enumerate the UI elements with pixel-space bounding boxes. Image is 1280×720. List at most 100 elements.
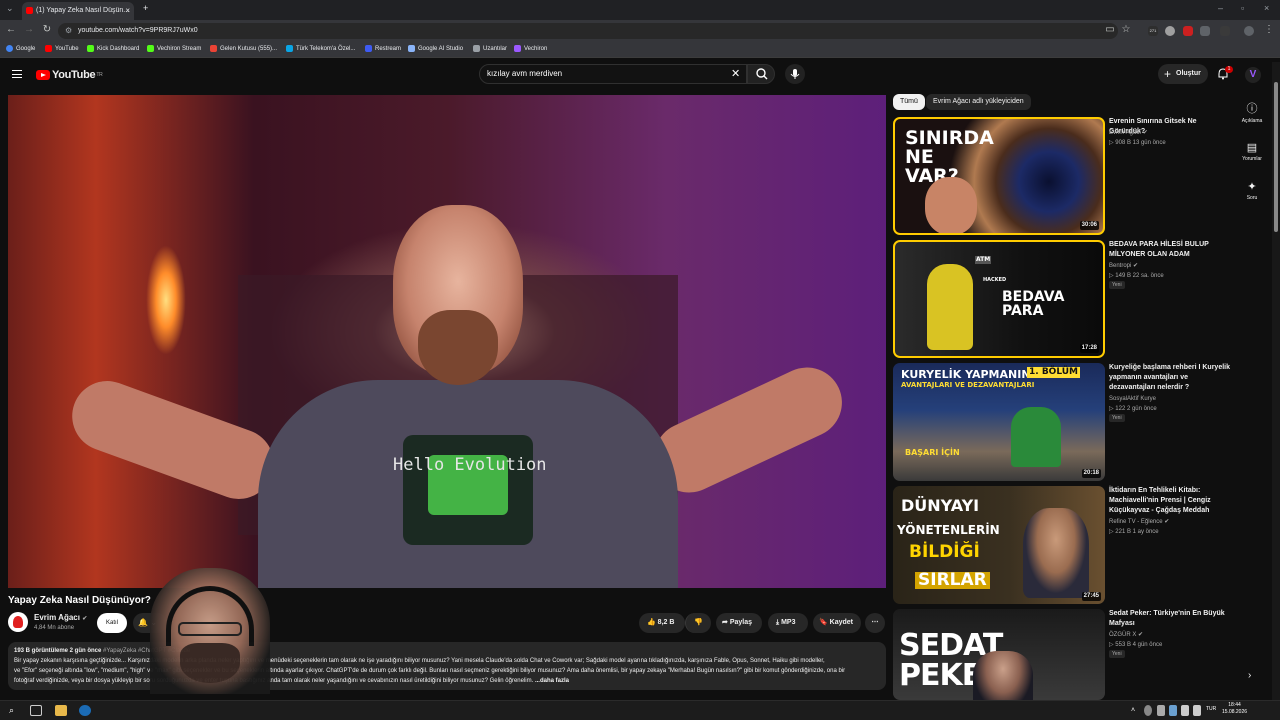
- description-line-1: Bir yapay zekanın karşısına geçtiğinizde…: [14, 658, 825, 664]
- thumbnail-2[interactable]: ATM HACKED BEDAVA PARA 17:28: [893, 240, 1105, 358]
- duration-badge: 17:28: [1079, 344, 1099, 353]
- search-taskbar-icon[interactable]: ⌕: [9, 705, 21, 716]
- rec-channel-4[interactable]: Refine TV - Eğlence ✔: [1109, 517, 1234, 527]
- rec-channel-2[interactable]: Bentropi ✔: [1109, 261, 1234, 271]
- recommended-video-2[interactable]: ATM HACKED BEDAVA PARA 17:28 BEDAVA PARA…: [893, 240, 1239, 358]
- tray-steam-icon[interactable]: [1169, 705, 1177, 716]
- minimize-icon[interactable]: –: [1218, 3, 1223, 13]
- save-button[interactable]: 🔖 Kaydet: [813, 613, 861, 633]
- bookmark-gmail[interactable]: Gelen Kutusu (555)...: [210, 45, 277, 52]
- browser-tab-active[interactable]: (1) Yapay Zeka Nasıl Düşün... ×: [22, 2, 134, 20]
- thumbnail-4[interactable]: DÜNYAYI YÖNETENLERİN BİLDİĞİ SIRLAR 27:4…: [893, 486, 1105, 604]
- back-icon[interactable]: ←: [4, 24, 18, 35]
- next-arrow-icon[interactable]: ›: [1248, 670, 1251, 681]
- system-clock[interactable]: 18:44 15.08.2026: [1222, 702, 1247, 716]
- thumbnail-3-courier: [1011, 407, 1061, 467]
- file-explorer-icon[interactable]: [55, 705, 67, 716]
- voice-search-button[interactable]: [785, 64, 805, 84]
- duration-badge: 27:45: [1081, 592, 1101, 601]
- extension-badge[interactable]: 271: [1148, 26, 1158, 36]
- download-icon: ⤓: [776, 619, 780, 626]
- mp3-button[interactable]: ⤓ MP3: [768, 613, 808, 633]
- tray-chevron-icon[interactable]: ˄: [1131, 705, 1143, 716]
- video-title: Yapay Zeka Nasıl Düşünüyor?: [8, 595, 151, 606]
- bookmark-restream[interactable]: Restream: [365, 45, 401, 52]
- maximize-icon[interactable]: ▫: [1241, 3, 1244, 13]
- dislike-button[interactable]: 👎: [685, 613, 711, 633]
- extension-red-icon[interactable]: [1183, 26, 1193, 36]
- bookmark-youtube[interactable]: YouTube: [45, 45, 79, 52]
- create-button[interactable]: Oluştur: [1158, 64, 1208, 84]
- window-close-icon[interactable]: ×: [1264, 3, 1269, 13]
- cast-icon[interactable]: ▭: [1103, 24, 1117, 35]
- thumbnail-3-episode: 1. BÖLÜM: [1027, 367, 1081, 378]
- steam-icon[interactable]: [79, 705, 91, 716]
- rail-description-button[interactable]: ⓘ Açıklama: [1240, 100, 1264, 124]
- thumbnail-1[interactable]: SINIRDA NE VAR? 30:06: [893, 117, 1105, 235]
- clear-search-icon[interactable]: ✕: [731, 67, 740, 80]
- rec-channel-1[interactable]: Evrim Ağacı ✔: [1109, 128, 1234, 138]
- scrollbar-thumb[interactable]: [1274, 82, 1278, 232]
- site-info-icon[interactable]: ⚙: [65, 23, 72, 39]
- recommended-video-1[interactable]: SINIRDA NE VAR? 30:06 Evrenin Sınırına G…: [893, 117, 1239, 235]
- show-more-link[interactable]: ...daha fazla: [535, 678, 569, 684]
- extensions-puzzle-icon[interactable]: [1200, 26, 1210, 36]
- chip-from-uploader[interactable]: Evrim Ağacı adlı yükleyiciden: [926, 94, 1031, 110]
- youtube-logo[interactable]: YouTube TR: [36, 69, 103, 81]
- input-language[interactable]: TUR: [1206, 706, 1216, 712]
- network-icon[interactable]: [1181, 705, 1189, 716]
- bookmark-star-icon[interactable]: ☆: [1119, 24, 1133, 35]
- sidebar-panel-icon[interactable]: [1220, 26, 1230, 36]
- search-button[interactable]: [747, 64, 775, 84]
- tray-mic-icon[interactable]: [1157, 705, 1165, 716]
- thumbnail-3[interactable]: KURYELİK YAPMANIN AVANTAJLARI VE DEZAVAN…: [893, 363, 1105, 481]
- bookmark-ai-studio[interactable]: Google AI Studio: [408, 45, 463, 52]
- bookmark-extensions[interactable]: Uzantılar: [473, 45, 507, 52]
- microphone-icon: [790, 69, 800, 79]
- chip-all[interactable]: Tümü: [893, 94, 925, 110]
- join-button[interactable]: Katıl: [97, 613, 127, 633]
- extension-icon[interactable]: [1165, 26, 1175, 36]
- browser-tab-strip: ⌄ (1) Yapay Zeka Nasıl Düşün... × + – ▫ …: [0, 0, 1280, 20]
- task-view-icon[interactable]: [30, 705, 42, 716]
- recommended-video-5[interactable]: SEDAT PEKER Sedat Peker: Türkiye'nin En …: [893, 609, 1239, 700]
- channel-name[interactable]: Evrim Ağacı ✔: [34, 613, 87, 622]
- share-button[interactable]: ➦ Paylaş: [716, 613, 762, 633]
- rail-comments-button[interactable]: ▤ Yorumlar: [1240, 141, 1264, 162]
- rec-title-4[interactable]: İktidarın En Tehlikeli Kitabı: Machiavel…: [1109, 486, 1234, 516]
- thumbnail-5[interactable]: SEDAT PEKER: [893, 609, 1105, 700]
- address-bar[interactable]: ⚙ youtube.com/watch?v=9PR9RJ7uWx0: [58, 23, 1118, 39]
- rec-meta-3: ▷ 122 2 gün önce: [1109, 406, 1157, 412]
- bookmark-vechiron-stream[interactable]: Vechiron Stream: [147, 45, 201, 52]
- duration-badge: 30:06: [1079, 221, 1099, 230]
- account-avatar[interactable]: V: [1245, 67, 1261, 83]
- video-player[interactable]: [8, 95, 886, 588]
- more-actions-button[interactable]: ⋯: [865, 613, 885, 633]
- tray-app-icon[interactable]: [1144, 705, 1152, 716]
- bookmark-google[interactable]: Google: [6, 45, 35, 52]
- tab-close-icon[interactable]: ×: [125, 2, 130, 20]
- tab-search-icon[interactable]: ⌄: [6, 3, 14, 14]
- rail-ask-button[interactable]: ✦ Soru: [1240, 180, 1264, 201]
- volume-icon[interactable]: [1193, 705, 1201, 716]
- rec-title-2[interactable]: BEDAVA PARA HİLESİ BULUP MİLYONER OLAN A…: [1109, 240, 1234, 260]
- new-tab-button[interactable]: +: [143, 3, 148, 13]
- channel-avatar[interactable]: [8, 612, 28, 632]
- rec-channel-3[interactable]: SosyalAktif Kurye: [1109, 394, 1234, 404]
- profile-icon[interactable]: [1244, 26, 1254, 36]
- hamburger-menu-icon[interactable]: [12, 70, 22, 78]
- recommended-video-3[interactable]: KURYELİK YAPMANIN AVANTAJLARI VE DEZAVAN…: [893, 363, 1239, 481]
- like-button[interactable]: 👍 8,2 B: [639, 613, 685, 633]
- recommended-video-4[interactable]: DÜNYAYI YÖNETENLERİN BİLDİĞİ SIRLAR 27:4…: [893, 486, 1239, 604]
- bookmark-turk-telekom[interactable]: Türk Telekom'a Özel...: [286, 45, 355, 52]
- rec-title-5[interactable]: Sedat Peker: Türkiye'nin En Büyük Mafyas…: [1109, 609, 1234, 629]
- rec-channel-5[interactable]: ÖZGÜR X ✔: [1109, 630, 1234, 640]
- reload-icon[interactable]: ↻: [40, 24, 54, 35]
- rec-title-3[interactable]: Kuryeliğe başlama rehberi I Kuryelik yap…: [1109, 363, 1234, 393]
- forward-icon[interactable]: →: [22, 24, 36, 35]
- description-box[interactable]: 193 B görüntüleme 2 gün önce #YapayZeka …: [8, 642, 886, 690]
- bookmark-kick[interactable]: Kick Dashboard: [87, 45, 139, 52]
- search-input[interactable]: kızılay avm merdiven: [479, 64, 747, 84]
- browser-menu-icon[interactable]: ⋮: [1262, 24, 1276, 35]
- bookmark-vechiron[interactable]: Vechiron: [514, 45, 547, 52]
